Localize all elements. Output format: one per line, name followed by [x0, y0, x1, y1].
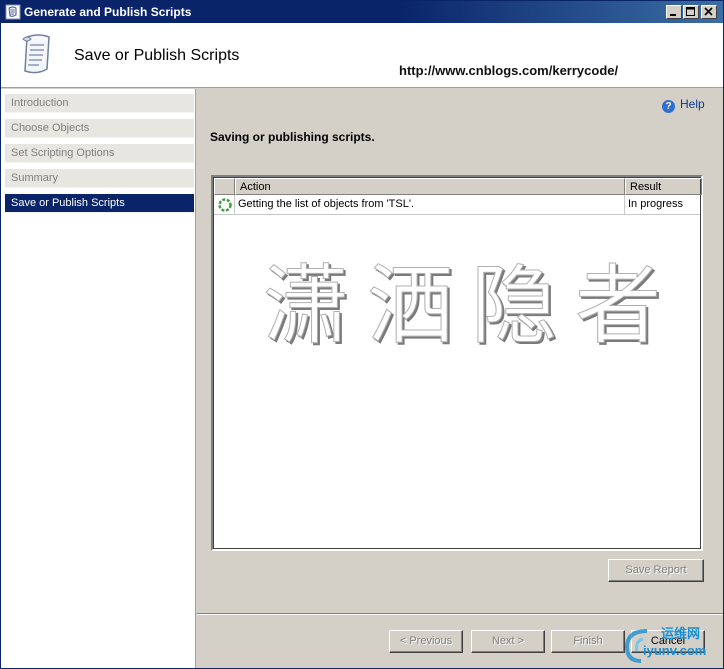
watermark: 潇洒隐者 [263, 256, 673, 354]
wizard-steps-nav: Introduction Choose Objects Set Scriptin… [1, 89, 196, 668]
blog-url: http://www.cnblogs.com/kerrycode/ [399, 63, 619, 78]
watermark-text: 潇洒隐者 [263, 256, 673, 353]
nav-item-label: Set Scripting Options [11, 147, 115, 159]
nav-item-save-or-publish-scripts[interactable]: Save or Publish Scripts [5, 194, 194, 213]
status-heading: Saving or publishing scripts. [210, 130, 375, 144]
progress-grid[interactable]: Action Result Getting the list of object… [211, 175, 703, 551]
wizard-window: Generate and Publish Scripts Save or Pub… [0, 0, 724, 669]
nav-item-choose-objects[interactable]: Choose Objects [5, 119, 194, 138]
minimize-icon [670, 14, 676, 16]
script-scroll-icon [22, 34, 50, 74]
scroll-icon [5, 4, 21, 20]
column-header-result[interactable]: Result [625, 178, 702, 195]
window-title: Generate and Publish Scripts [24, 5, 192, 19]
save-report-button[interactable]: Save Report [608, 559, 704, 582]
action-cell: Getting the list of objects from 'TSL'. [235, 195, 625, 215]
site-logo: 运维网 iyunv.com [621, 623, 721, 667]
title-bar[interactable]: Generate and Publish Scripts [1, 1, 723, 23]
close-button[interactable] [701, 5, 717, 19]
status-icon-cell [214, 195, 235, 215]
table-row[interactable]: Getting the list of objects from 'TSL'. … [214, 195, 700, 215]
help-icon: ? [662, 100, 675, 113]
logo-text-bottom: iyunv.com [643, 643, 707, 658]
next-button[interactable]: Next > [471, 630, 545, 653]
nav-item-introduction[interactable]: Introduction [5, 94, 194, 113]
nav-item-label: Save or Publish Scripts [11, 197, 125, 209]
logo-text-top: 运维网 [661, 626, 701, 641]
nav-item-set-scripting-options[interactable]: Set Scripting Options [5, 144, 194, 163]
page-heading: Save or Publish Scripts [74, 47, 240, 64]
help-label: Help [680, 97, 705, 111]
grid-header: Action Result [214, 178, 702, 195]
column-header-action[interactable]: Action [235, 178, 625, 195]
nav-item-label: Choose Objects [11, 122, 90, 134]
maximize-icon [686, 7, 695, 16]
nav-item-label: Summary [11, 172, 59, 184]
grid-header-icon-column [214, 178, 235, 195]
footer-divider [197, 613, 723, 615]
close-icon [704, 7, 713, 16]
result-cell: In progress [628, 198, 684, 210]
spinner-icon [218, 198, 232, 212]
wizard-header: Save or Publish Scripts http://www.cnblo… [1, 23, 723, 88]
maximize-button[interactable] [683, 5, 699, 19]
help-link[interactable]: ? Help [662, 97, 705, 113]
previous-button[interactable]: < Previous [389, 630, 463, 653]
minimize-button[interactable] [666, 5, 682, 19]
finish-button[interactable]: Finish [551, 630, 625, 653]
nav-item-label: Introduction [11, 97, 69, 109]
nav-item-summary[interactable]: Summary [5, 169, 194, 188]
